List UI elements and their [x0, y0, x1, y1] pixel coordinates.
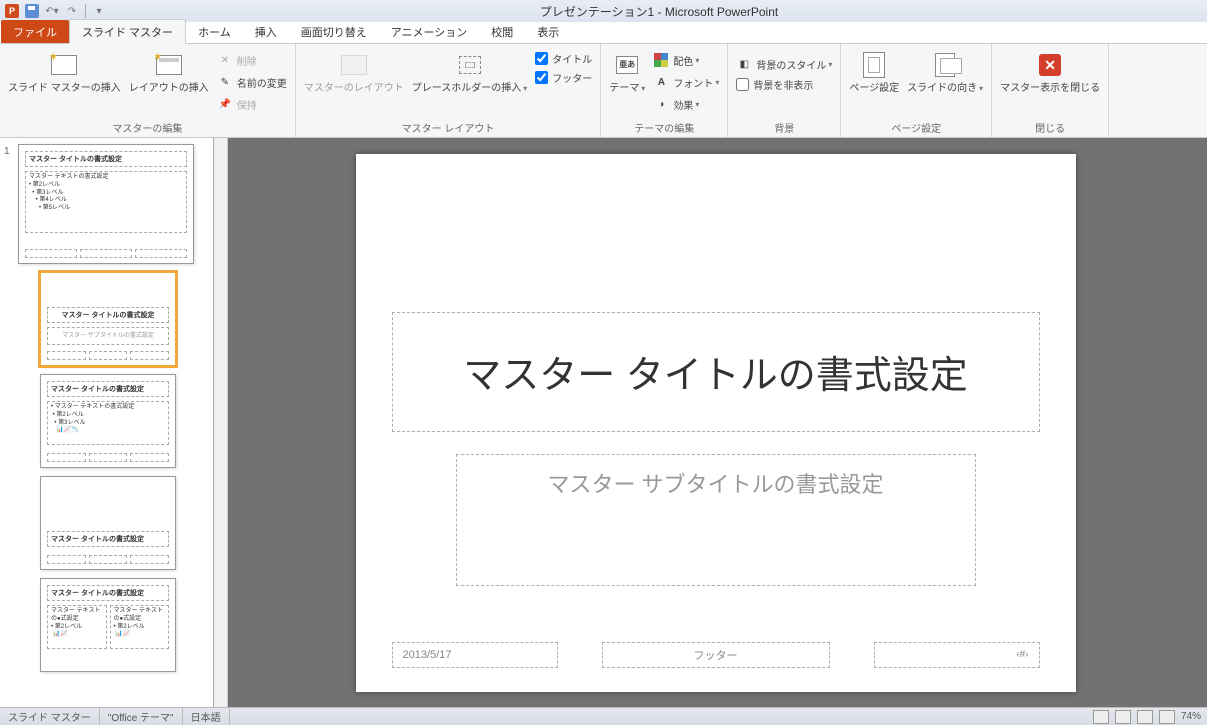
reading-view-button[interactable]: [1137, 710, 1153, 724]
font-icon: A: [653, 74, 669, 90]
redo-button[interactable]: ↷: [63, 2, 81, 20]
layout-thumbnail[interactable]: マスター タイトルの書式設定 マスター テキストの●式設定• 第2レベル 📊📈 …: [4, 578, 209, 672]
undo-button[interactable]: ↶▾: [43, 2, 61, 20]
delete-button[interactable]: ✕削除: [215, 49, 289, 71]
slideshow-view-button[interactable]: [1159, 710, 1175, 724]
slide-canvas[interactable]: マスター タイトルの書式設定 マスター サブタイトルの書式設定 2013/5/1…: [356, 154, 1076, 692]
tab-slide-master[interactable]: スライド マスター: [69, 19, 186, 44]
tab-animations[interactable]: アニメーション: [379, 20, 480, 43]
thumbnail-pane[interactable]: 1 マスター タイトルの書式設定 マスター テキストの書式設定• 第2レベル •…: [0, 138, 214, 707]
footer-placeholder[interactable]: フッター: [602, 642, 830, 668]
slide-editor[interactable]: マスター タイトルの書式設定 マスター サブタイトルの書式設定 2013/5/1…: [214, 138, 1207, 707]
normal-view-button[interactable]: [1093, 710, 1109, 724]
window-title: プレゼンテーション1 - Microsoft PowerPoint: [111, 3, 1207, 20]
delete-icon: ✕: [217, 52, 233, 68]
insert-slide-master-button[interactable]: スライド マスターの挿入: [4, 47, 125, 97]
layout-thumbnail[interactable]: マスター タイトルの書式設定 マスター サブタイトルの書式設定: [4, 272, 209, 366]
save-button[interactable]: [23, 2, 41, 20]
group-master-layout: マスターのレイアウト プレースホルダーの挿入▾ タイトル フッター マスター レ…: [296, 44, 602, 137]
ribbon-tabstrip: ファイル スライド マスター ホーム 挿入 画面切り替え アニメーション 校閲 …: [0, 22, 1207, 44]
footer-checkbox[interactable]: フッター: [533, 68, 594, 87]
effects-button[interactable]: ◑効果▾: [651, 93, 721, 115]
group-page-setup: ページ設定 スライドの向き▾ ページ設定: [841, 44, 992, 137]
rename-button[interactable]: ✎名前の変更: [215, 71, 289, 93]
group-edit-master: スライド マスターの挿入 レイアウトの挿入 ✕削除 ✎名前の変更 📌保持 マスタ…: [0, 44, 296, 137]
insert-layout-button[interactable]: レイアウトの挿入: [125, 47, 213, 97]
slide-number-placeholder[interactable]: ‹#›: [874, 642, 1040, 668]
date-placeholder[interactable]: 2013/5/17: [392, 642, 558, 668]
layout-thumbnail[interactable]: マスター タイトルの書式設定: [4, 476, 209, 570]
placeholder-icon: [459, 56, 481, 74]
page-icon: [863, 52, 885, 78]
page-setup-button[interactable]: ページ設定: [845, 47, 903, 97]
status-bar: スライド マスター "Office テーマ" 日本語 74%: [0, 707, 1207, 725]
bg-style-button[interactable]: ◧背景のスタイル▾: [734, 53, 834, 75]
zoom-level[interactable]: 74%: [1181, 711, 1201, 722]
fonts-button[interactable]: Aフォント▾: [651, 71, 721, 93]
orientation-button[interactable]: スライドの向き▾: [903, 47, 987, 97]
master-thumbnail[interactable]: 1 マスター タイトルの書式設定 マスター テキストの書式設定• 第2レベル •…: [4, 144, 209, 264]
tab-insert[interactable]: 挿入: [243, 20, 289, 43]
bg-style-icon: ◧: [736, 56, 752, 72]
orientation-icon: [935, 53, 955, 77]
master-layout-button: マスターのレイアウト: [300, 47, 408, 97]
pin-icon: 📌: [217, 96, 233, 112]
tab-file[interactable]: ファイル: [1, 20, 69, 43]
title-checkbox[interactable]: タイトル: [533, 49, 594, 68]
group-background: ◧背景のスタイル▾ 背景を非表示 背景: [728, 44, 841, 137]
group-theme: 亜あ テーマ▾ 配色▾ Aフォント▾ ◑効果▾ テーマの編集: [601, 44, 728, 137]
theme-button[interactable]: 亜あ テーマ▾: [605, 47, 649, 97]
rename-icon: ✎: [217, 74, 233, 90]
tab-view[interactable]: 表示: [525, 20, 571, 43]
separator: [85, 4, 86, 18]
master-layout-icon: [341, 55, 367, 75]
vertical-ruler: [214, 138, 228, 707]
app-icon[interactable]: P: [3, 2, 21, 20]
layout-thumbnail[interactable]: マスター タイトルの書式設定 • マスター テキストの書式設定 • 第2レベル …: [4, 374, 209, 468]
status-language[interactable]: 日本語: [183, 708, 230, 725]
hide-bg-checkbox[interactable]: 背景を非表示: [734, 75, 834, 94]
tab-transitions[interactable]: 画面切り替え: [289, 20, 379, 43]
colors-icon: [654, 53, 668, 67]
slide-master-icon: [51, 55, 77, 75]
layout-icon: [156, 55, 182, 75]
close-icon: ✕: [1039, 54, 1061, 76]
status-mode[interactable]: スライド マスター: [0, 708, 100, 725]
tab-home[interactable]: ホーム: [186, 20, 243, 43]
workspace: 1 マスター タイトルの書式設定 マスター テキストの書式設定• 第2レベル •…: [0, 138, 1207, 707]
title-placeholder[interactable]: マスター タイトルの書式設定: [392, 312, 1040, 432]
theme-icon: 亜あ: [616, 56, 638, 74]
ribbon: スライド マスターの挿入 レイアウトの挿入 ✕削除 ✎名前の変更 📌保持 マスタ…: [0, 44, 1207, 138]
group-close: ✕ マスター表示を閉じる 閉じる: [992, 44, 1109, 137]
sorter-view-button[interactable]: [1115, 710, 1131, 724]
insert-placeholder-button[interactable]: プレースホルダーの挿入▾: [408, 47, 532, 97]
tab-review[interactable]: 校閲: [479, 20, 525, 43]
thumb-number: 1: [4, 144, 18, 264]
subtitle-placeholder[interactable]: マスター サブタイトルの書式設定: [456, 454, 976, 586]
close-master-view-button[interactable]: ✕ マスター表示を閉じる: [996, 47, 1104, 97]
colors-button[interactable]: 配色▾: [651, 49, 721, 71]
effects-icon: ◑: [653, 96, 669, 112]
quick-access-toolbar: P ↶▾ ↷ ▾: [0, 2, 111, 20]
preserve-button[interactable]: 📌保持: [215, 93, 289, 115]
status-theme[interactable]: "Office テーマ": [100, 708, 183, 725]
qat-customize-button[interactable]: ▾: [90, 2, 108, 20]
